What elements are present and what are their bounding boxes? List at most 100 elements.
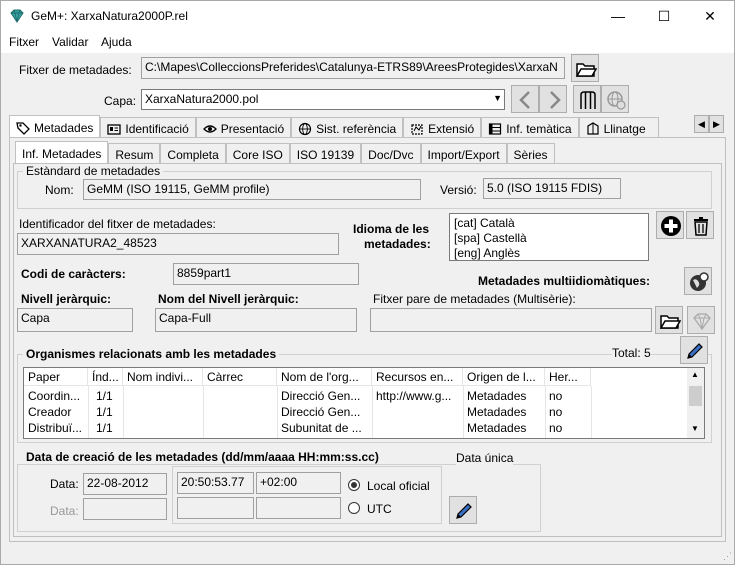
subtab-inf-metadades[interactable]: Inf. Metadades xyxy=(15,141,109,163)
table-scrollbar[interactable]: ▲ ▼ xyxy=(687,368,704,438)
resize-grip-icon[interactable]: ⋰ xyxy=(723,551,732,562)
table-cell: http://www.g... xyxy=(376,389,452,403)
eye-icon xyxy=(202,124,217,133)
organisms-table[interactable]: Paper Índ... Nom indivi... Càrrec Nom de… xyxy=(23,367,705,439)
charset-field[interactable]: 8859part1 xyxy=(173,263,359,285)
column-separator xyxy=(123,386,124,438)
standard-version-field[interactable]: 5.0 (ISO 19115 FDIS) xyxy=(483,178,621,199)
layer-label: Capa: xyxy=(104,94,137,108)
scroll-down-icon[interactable]: ▼ xyxy=(691,424,699,433)
language-item-cat[interactable]: [cat] Català xyxy=(454,216,515,230)
hierarchy-level-field[interactable]: Capa xyxy=(17,308,133,332)
col-header-online-resources[interactable]: Recursos en... xyxy=(372,368,463,386)
scroll-up-icon[interactable]: ▲ xyxy=(691,370,699,379)
tab-inf-tematica[interactable]: Inf. temàtica xyxy=(481,117,579,137)
language-listbox[interactable]: [cat] Català [spa] Castellà [eng] Anglès xyxy=(449,213,649,261)
subtab-resum[interactable]: Resum xyxy=(108,143,161,163)
col-header-index[interactable]: Índ... xyxy=(88,368,123,386)
hierarchy-level-name-field[interactable]: Capa-Full xyxy=(155,308,357,332)
date2-field[interactable] xyxy=(83,498,167,520)
app-window: GeM+: XarxaNatura2000P.rel — ☐ ✕ Fitxer … xyxy=(0,0,735,565)
tab-scroll-right-icon: ▶ xyxy=(713,119,720,129)
sub-tab-bar: Inf. Metadades Resum Completa Core ISO I… xyxy=(15,141,555,163)
diamond-icon xyxy=(693,313,711,331)
column-separator xyxy=(463,386,464,438)
minimize-button[interactable]: — xyxy=(595,1,641,31)
tab-llinatge[interactable]: Llinatge xyxy=(578,117,659,137)
table-cell: Direcció Gen... xyxy=(281,389,361,403)
map-extent-icon xyxy=(411,123,423,135)
standard-name-field[interactable]: GeMM (ISO 19115, GeMM profile) xyxy=(83,179,421,200)
identifier-field[interactable]: XARXANATURA2_48523 xyxy=(17,233,339,255)
next-layer-button[interactable] xyxy=(539,85,567,113)
table-cell xyxy=(372,420,463,436)
close-button[interactable]: ✕ xyxy=(687,1,733,31)
language-item-eng[interactable]: [eng] Anglès xyxy=(454,246,520,260)
tab-metadades[interactable]: Metadades xyxy=(9,115,101,137)
radio-utc[interactable] xyxy=(348,502,360,514)
table-cell: Metadades xyxy=(467,405,527,419)
time2-field[interactable] xyxy=(177,497,254,519)
maximize-button[interactable]: ☐ xyxy=(641,1,687,31)
folder-icon xyxy=(575,63,597,77)
tab-sist-referencia[interactable]: Sist. referència xyxy=(291,117,404,137)
subtab-series[interactable]: Sèries xyxy=(506,143,555,163)
hierarchy-level-label: Nivell jeràrquic: xyxy=(21,292,112,306)
col-header-individual-name[interactable]: Nom indivi... xyxy=(123,368,203,386)
tab-inf-tematica-label: Inf. temàtica xyxy=(506,121,572,136)
col-header-inherited[interactable]: Her... xyxy=(545,368,591,386)
previous-layer-button[interactable] xyxy=(511,85,539,113)
multilang-label: Metadades multiidiomàtiques: xyxy=(478,274,651,288)
radio-local-official[interactable] xyxy=(348,479,360,491)
col-header-organisation-name[interactable]: Nom de l'org... xyxy=(277,368,372,386)
date-field[interactable]: 22-08-2012 xyxy=(83,473,167,495)
edit-date-button[interactable] xyxy=(449,496,477,524)
subtab-doc-dvc[interactable]: Doc/Dvc xyxy=(361,143,421,163)
radio-local-official-label: Local oficial xyxy=(367,479,430,493)
menu-fitxer[interactable]: Fitxer xyxy=(9,35,39,49)
tab-scroll-right-button[interactable]: ▶ xyxy=(709,115,724,133)
layer-globe-button[interactable] xyxy=(601,85,629,113)
tab-identificacio[interactable]: Identificació xyxy=(100,117,196,137)
tab-extensio[interactable]: Extensió xyxy=(403,117,482,137)
table-cell xyxy=(123,420,203,436)
open-metadata-file-button[interactable] xyxy=(571,54,599,82)
add-language-button[interactable] xyxy=(656,211,684,239)
time-field[interactable]: 20:50:53.77 xyxy=(177,472,254,494)
table-cell xyxy=(123,404,203,420)
col-header-origin[interactable]: Origen de l... xyxy=(463,368,545,386)
menu-ajuda[interactable]: Ajuda xyxy=(101,35,132,49)
metadata-file-field[interactable]: C:\Mapes\ColleccionsPreferides\Catalunya… xyxy=(141,57,565,79)
column-separator xyxy=(203,386,204,438)
column-separator xyxy=(545,386,546,438)
menu-validar[interactable]: Validar xyxy=(52,35,88,49)
parent-file-diamond-button[interactable] xyxy=(687,306,715,334)
tab-scroll-left-icon: ◀ xyxy=(698,119,705,129)
tab-scroll-left-button[interactable]: ◀ xyxy=(694,115,709,133)
timezone-field[interactable]: +02:00 xyxy=(256,472,341,494)
standard-group-title: Estàndard de metadades xyxy=(23,164,164,178)
subtab-core-iso[interactable]: Core ISO xyxy=(225,143,290,163)
timezone2-field[interactable] xyxy=(256,497,341,519)
column-separator xyxy=(277,386,278,438)
layer-columns-icon xyxy=(580,91,596,109)
multilang-button[interactable] xyxy=(684,267,712,295)
language-item-spa[interactable]: [spa] Castellà xyxy=(454,231,527,245)
col-header-position[interactable]: Càrrec xyxy=(203,368,277,386)
subtab-import-export[interactable]: Import/Export xyxy=(420,143,507,163)
edit-organisms-button[interactable] xyxy=(680,336,708,364)
column-separator xyxy=(88,386,89,438)
layer-columns-button[interactable] xyxy=(573,85,601,113)
language-label-line1: Idioma de les xyxy=(353,222,430,236)
open-parent-file-button[interactable] xyxy=(655,306,683,334)
col-header-paper[interactable]: Paper xyxy=(24,368,88,386)
parent-file-field[interactable] xyxy=(370,308,652,332)
delete-language-button[interactable] xyxy=(686,211,714,239)
layer-select[interactable]: XarxaNatura2000.pol ▼ xyxy=(141,89,505,110)
scrollbar-thumb[interactable] xyxy=(689,386,702,406)
tab-presentacio[interactable]: Presentació xyxy=(195,117,292,137)
subtab-completa[interactable]: Completa xyxy=(160,143,226,163)
table-cell: no xyxy=(549,405,563,419)
tab-sist-referencia-label: Sist. referència xyxy=(316,121,397,136)
subtab-iso-19139[interactable]: ISO 19139 xyxy=(289,143,362,163)
